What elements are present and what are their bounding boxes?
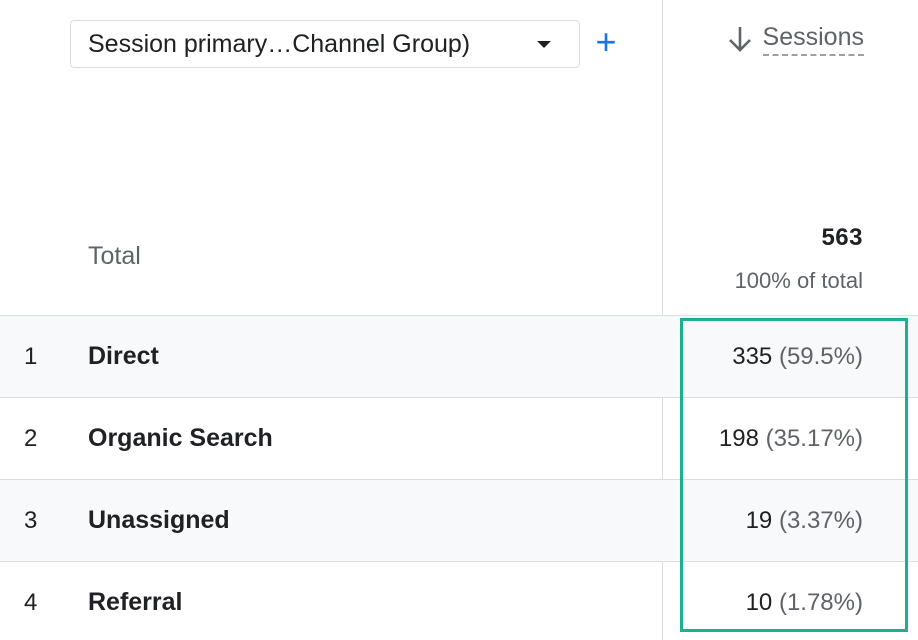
row-dimension-value: Direct <box>88 342 159 370</box>
dimension-label: Session primary…Channel Group) <box>88 29 471 58</box>
row-index: 2 <box>24 424 38 452</box>
row-dimension-value: Organic Search <box>88 424 273 452</box>
row-metric-value: 335 (59.5%) <box>732 343 863 371</box>
report-table: Session primary…Channel Group) + Session… <box>0 0 918 640</box>
arrow-down-icon <box>728 27 751 52</box>
plus-icon: + <box>595 21 617 62</box>
sessions-column-header[interactable]: Sessions <box>727 22 864 56</box>
dimension-selector[interactable]: Session primary…Channel Group) <box>70 20 580 68</box>
row-dimension-value: Unassigned <box>88 506 230 534</box>
table-row[interactable]: 1 Direct 335 (59.5%) <box>0 315 918 397</box>
row-sessions: 198 <box>718 424 759 452</box>
row-index: 3 <box>24 506 38 534</box>
row-metric-value: 10 (1.78%) <box>746 589 863 617</box>
row-sessions: 10 <box>745 588 773 616</box>
table-row[interactable]: 3 Unassigned 19 (3.37%) <box>0 479 918 561</box>
total-label: Total <box>88 242 141 270</box>
row-sessions: 19 <box>745 506 773 534</box>
total-value: 563 <box>821 224 863 251</box>
chevron-down-icon <box>537 40 551 48</box>
row-percent: (59.5%) <box>778 342 863 370</box>
row-percent: (35.17%) <box>765 424 863 452</box>
row-dimension-value: Referral <box>88 588 183 616</box>
table-row[interactable]: 4 Referral 10 (1.78%) <box>0 561 918 640</box>
add-dimension-button[interactable]: + <box>590 24 622 60</box>
row-percent: (3.37%) <box>778 506 863 534</box>
table-row[interactable]: 2 Organic Search 198 (35.17%) <box>0 397 918 479</box>
row-metric-value: 198 (35.17%) <box>719 425 863 453</box>
row-index: 1 <box>24 342 38 370</box>
table-body: 1 Direct 335 (59.5%) 2 Organic Search 19… <box>0 315 918 640</box>
row-percent: (1.78%) <box>778 588 863 616</box>
row-sessions: 335 <box>732 342 773 370</box>
total-percent: 100% of total <box>734 268 863 293</box>
row-index: 4 <box>24 588 38 616</box>
row-metric-value: 19 (3.37%) <box>746 507 863 535</box>
sessions-column-title: Sessions <box>762 22 864 56</box>
